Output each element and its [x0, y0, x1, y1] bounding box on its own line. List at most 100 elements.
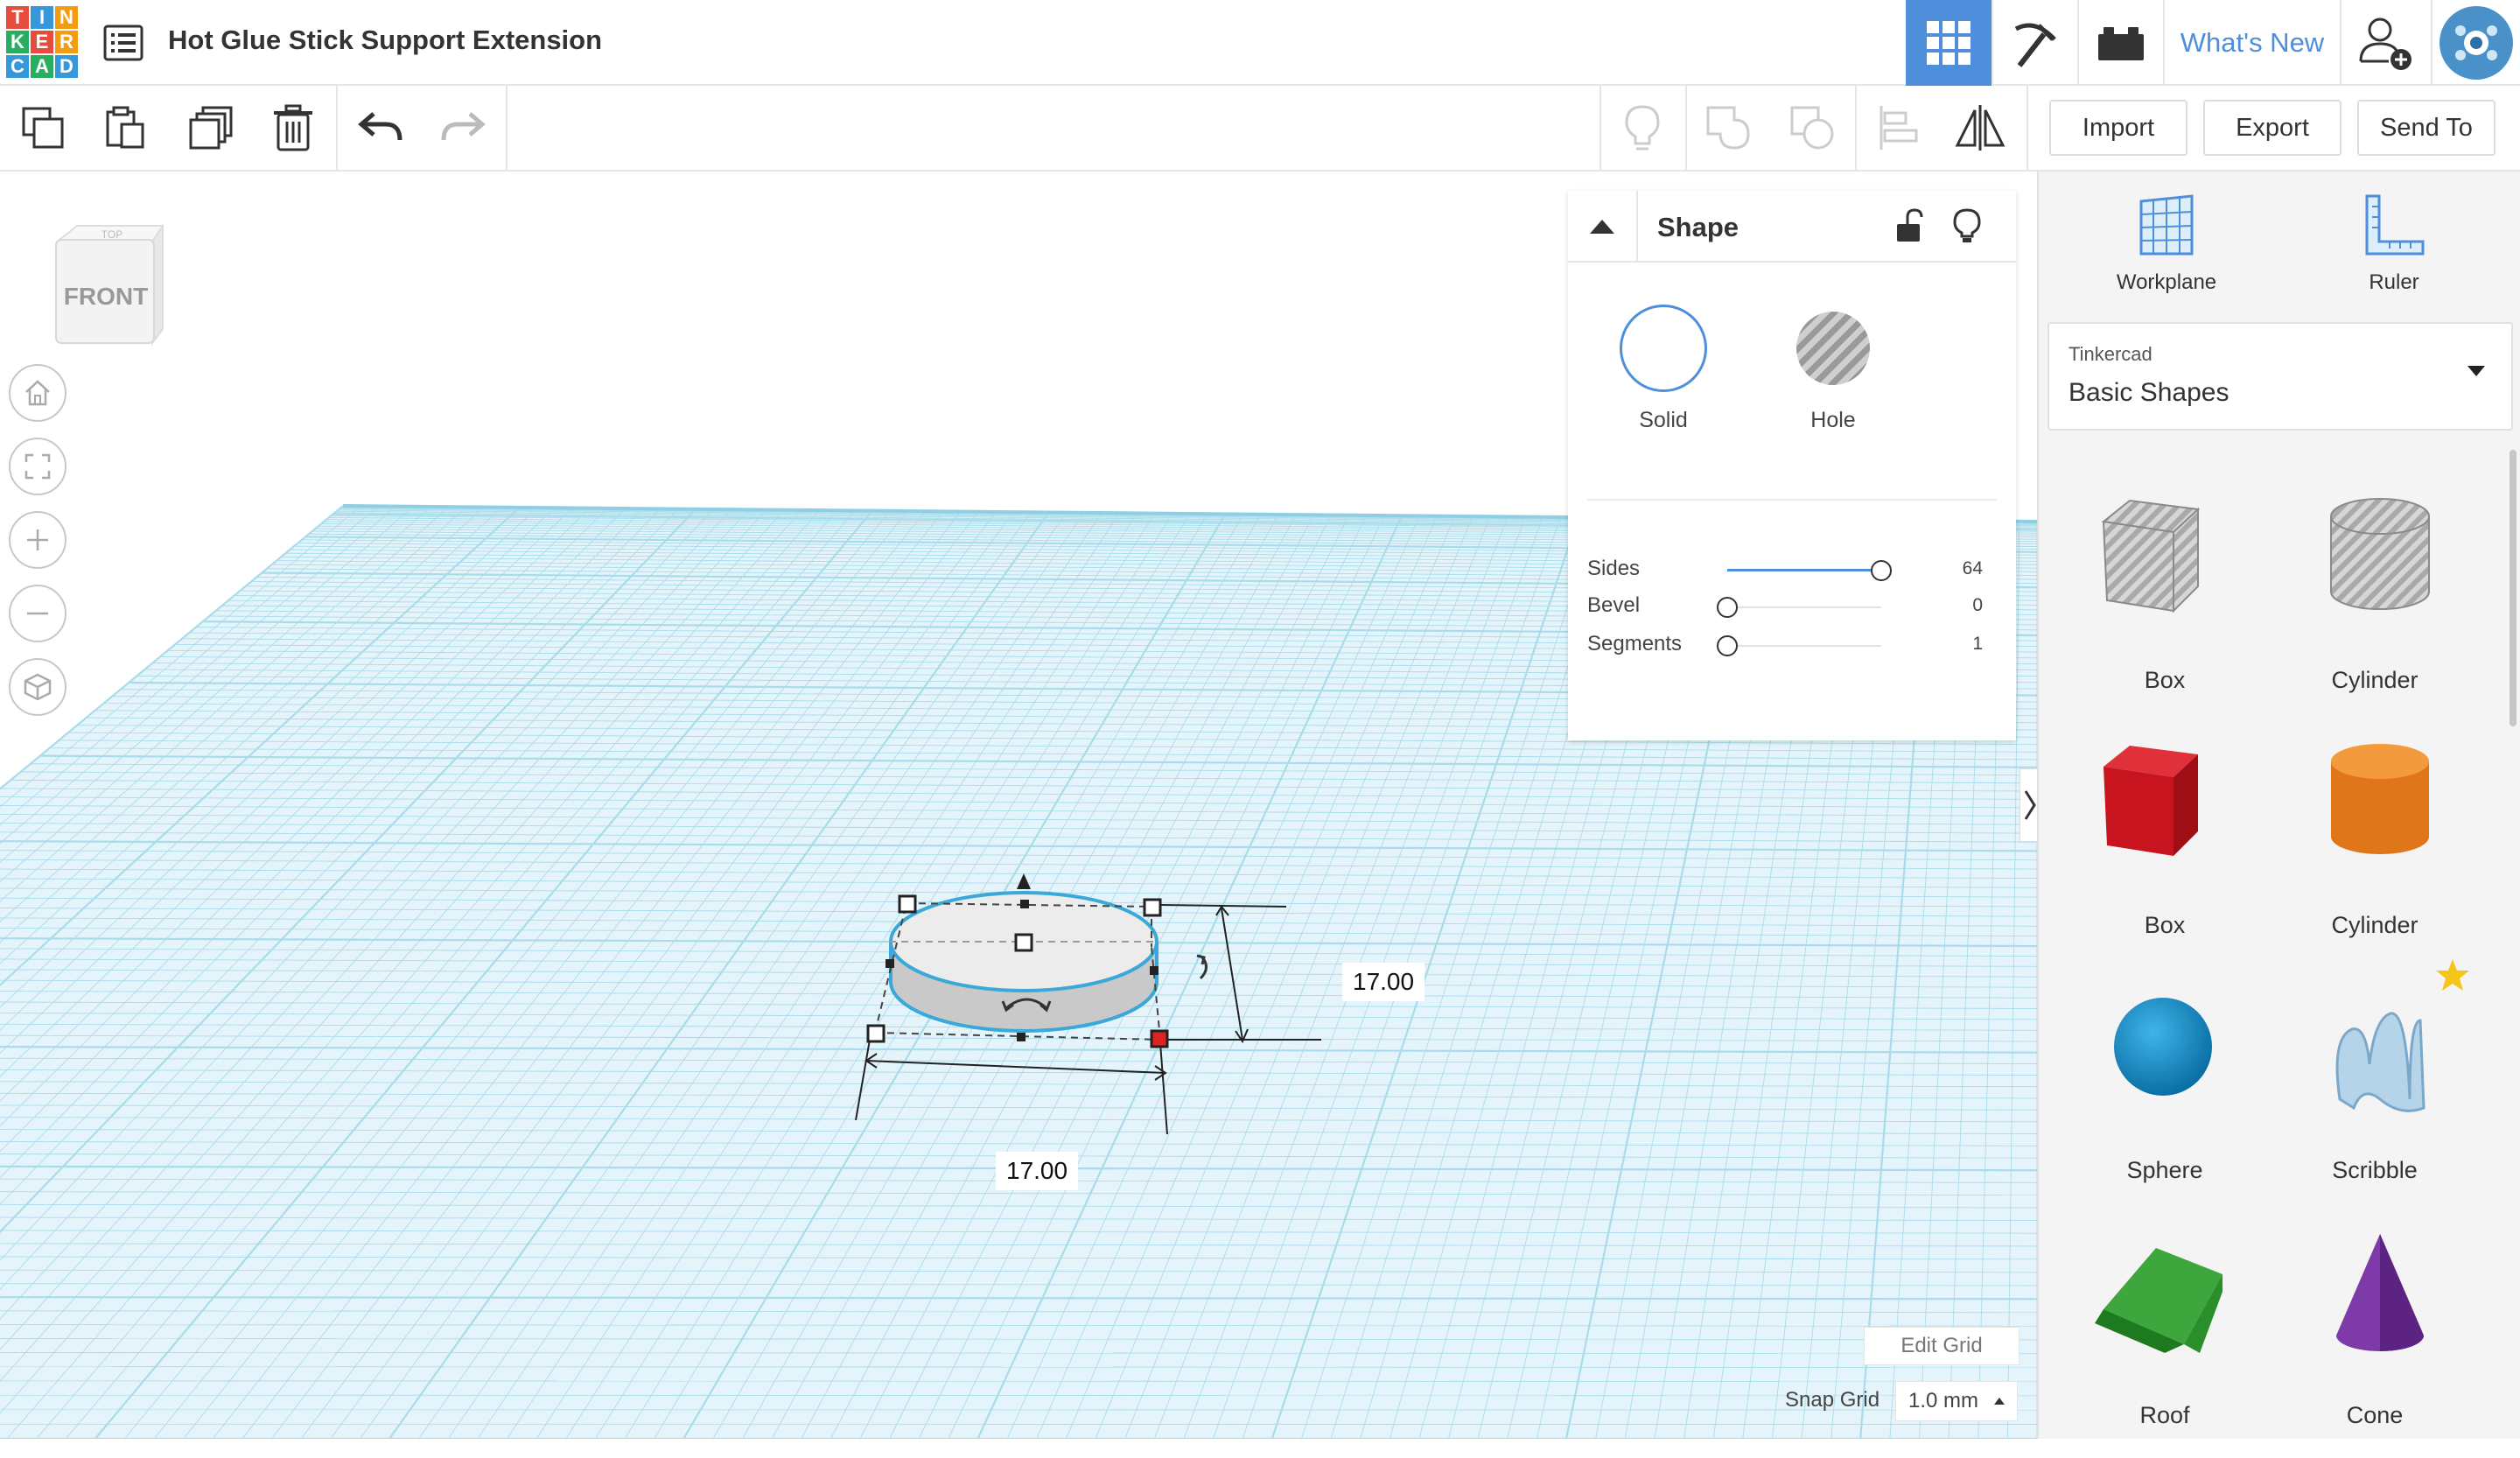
hole-swatch[interactable] [1796, 312, 1870, 385]
shape-tile-cylinder[interactable]: Cylinder [2270, 723, 2480, 968]
view-cube-front-label: FRONT [64, 283, 148, 310]
shape-tile-sphere[interactable]: Sphere [2060, 968, 2270, 1213]
shape-tile-box-hole[interactable]: Box [2060, 478, 2270, 723]
shape-label: Scribble [2270, 1157, 2480, 1184]
chevron-down-icon [2468, 366, 2485, 376]
tinkercad-logo[interactable]: TINKERCAD [5, 5, 79, 79]
param-slider-track[interactable] [1727, 645, 1881, 647]
chevron-right-icon [2024, 788, 2036, 823]
param-value[interactable]: 0 [1972, 595, 1983, 616]
duplicate-button[interactable] [180, 86, 242, 170]
unlock-icon [1890, 207, 1928, 245]
lightbulb-icon [1948, 207, 1986, 245]
workplane-tool[interactable]: Workplane [2079, 193, 2254, 295]
invite-user-button[interactable] [2340, 0, 2431, 86]
param-row-bevel: Bevel0 [1587, 590, 1997, 625]
3d-design-view-button[interactable] [1906, 0, 1992, 86]
param-slider-handle[interactable] [1717, 635, 1738, 656]
sidebar-toggle-button[interactable] [2020, 768, 2039, 842]
shape-tile-box[interactable]: Box [2060, 723, 2270, 968]
inspector-title: Shape [1657, 212, 1739, 243]
ortho-view-icon [22, 671, 53, 703]
bricks-view-button[interactable] [2077, 0, 2163, 86]
group-button[interactable] [1698, 86, 1759, 170]
top-bar: TINKERCAD Hot Glue Stick Support Extensi… [0, 0, 2520, 86]
cone-icon [2278, 1213, 2471, 1388]
library-value: Basic Shapes [2068, 378, 2229, 408]
zoom-out-button[interactable] [9, 585, 66, 642]
logo-letter: N [54, 5, 79, 30]
shape-label: Cone [2270, 1402, 2480, 1429]
inspector-collapse-button[interactable] [1568, 191, 1638, 263]
param-slider-handle[interactable] [1717, 597, 1738, 618]
solid-swatch[interactable] [1620, 305, 1707, 392]
logo-letter: D [54, 54, 79, 79]
param-slider-track[interactable] [1727, 606, 1881, 608]
ungroup-icon [1788, 104, 1836, 151]
sidebar-scrollbar[interactable] [2510, 450, 2516, 726]
dimension-length-label[interactable]: 17.00 [996, 1152, 1078, 1190]
param-value[interactable]: 64 [1963, 558, 1983, 579]
star-icon [2434, 957, 2471, 992]
fit-view-icon [23, 452, 52, 481]
ruler-tool[interactable]: Ruler [2306, 193, 2482, 295]
whats-new-link[interactable]: What's New [2163, 0, 2340, 86]
caret-up-icon [1994, 1398, 2005, 1405]
logo-letter: T [5, 5, 30, 30]
workplane-label: Workplane [2079, 270, 2254, 295]
send-to-button[interactable]: Send To [2357, 100, 2496, 156]
mirror-icon [1954, 103, 2006, 152]
user-avatar-button[interactable] [2431, 0, 2520, 86]
ungroup-button[interactable] [1782, 86, 1843, 170]
param-label: Sides [1587, 557, 1640, 581]
param-value[interactable]: 1 [1972, 634, 1983, 655]
scribble-icon [2278, 968, 2471, 1143]
shape-tile-scribble[interactable]: Scribble [2270, 968, 2480, 1213]
view-cube-top-label: TOP [102, 228, 122, 241]
redo-button[interactable] [432, 86, 494, 170]
fit-view-button[interactable] [9, 438, 66, 495]
design-list-icon[interactable] [102, 21, 145, 65]
zoom-in-button[interactable] [9, 511, 66, 569]
shape-tile-cylinder-hole[interactable]: Cylinder [2270, 478, 2480, 723]
import-button[interactable]: Import [2049, 100, 2188, 156]
edit-grid-button[interactable]: Edit Grid [1864, 1327, 2020, 1365]
copy-button[interactable] [12, 86, 74, 170]
logo-letter: I [30, 5, 54, 30]
snap-grid-value: 1.0 mm [1908, 1389, 1978, 1413]
undo-icon [358, 110, 403, 145]
workplane-icon [2136, 193, 2197, 259]
notes-button[interactable] [1612, 86, 1673, 170]
home-view-button[interactable] [9, 364, 66, 422]
sphere-icon [2068, 968, 2261, 1143]
hole-option[interactable]: Hole [1785, 305, 1881, 433]
dimension-width-label[interactable]: 17.00 [1342, 963, 1424, 1001]
align-button[interactable] [1867, 86, 1928, 170]
shape-label: Sphere [2060, 1157, 2270, 1184]
hint-button[interactable] [1948, 207, 1986, 245]
design-title[interactable]: Hot Glue Stick Support Extension [168, 25, 602, 56]
logo-letter: C [5, 54, 30, 79]
delete-button[interactable] [262, 86, 324, 170]
hole-label: Hole [1785, 408, 1881, 433]
lock-button[interactable] [1890, 207, 1928, 245]
shape-library-select[interactable]: Tinkercad Basic Shapes [2048, 322, 2513, 431]
solid-option[interactable]: Solid [1615, 305, 1712, 433]
logo-letter: A [30, 54, 54, 79]
shape-tile-roof[interactable]: Roof [2060, 1213, 2270, 1458]
shape-tile-cone[interactable]: Cone [2270, 1213, 2480, 1458]
ortho-view-button[interactable] [9, 658, 66, 716]
selected-cylinder-shape[interactable] [840, 810, 1348, 1300]
paste-icon [102, 105, 148, 151]
paste-button[interactable] [94, 86, 156, 170]
copy-icon [20, 105, 66, 151]
snap-grid-select[interactable]: 1.0 mm [1895, 1381, 2018, 1421]
blocks-view-button[interactable] [1992, 0, 2077, 86]
cylinder-hole-icon [2278, 478, 2471, 653]
mirror-button[interactable] [1950, 86, 2011, 170]
undo-button[interactable] [350, 86, 411, 170]
export-button[interactable]: Export [2203, 100, 2342, 156]
view-cube[interactable]: TOP FRONT [51, 221, 166, 352]
param-slider-handle[interactable] [1871, 560, 1892, 581]
ruler-icon [2362, 193, 2426, 259]
